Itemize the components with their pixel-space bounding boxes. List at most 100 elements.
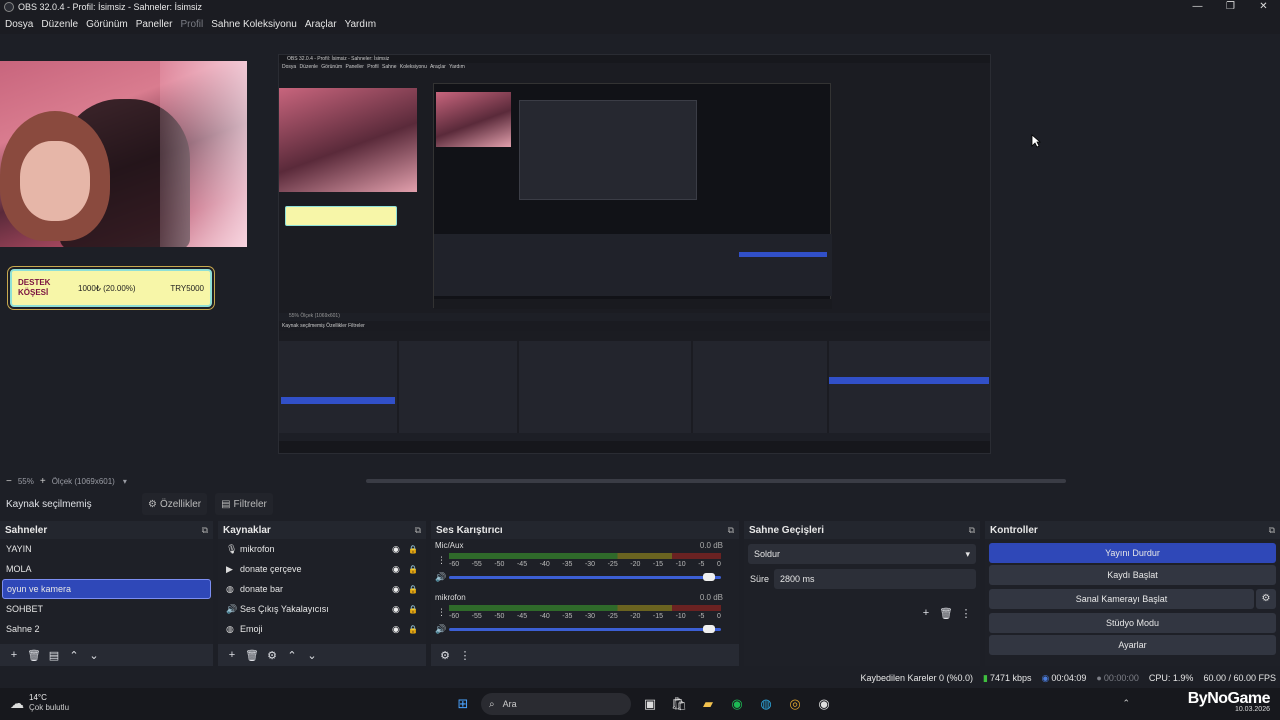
file-explorer-icon[interactable]: ▰ [697, 693, 719, 715]
speaker-icon[interactable]: 🔊 [435, 624, 446, 635]
store-icon[interactable]: 🛍 [668, 693, 690, 715]
meter-tick: -15 [652, 613, 664, 620]
start-recording-button[interactable]: Kaydı Başlat [989, 565, 1276, 585]
undock-icon[interactable]: ⧉ [1269, 525, 1275, 536]
eye-icon[interactable]: ◉ [392, 604, 408, 615]
windows-start-icon[interactable]: ⊞ [452, 693, 474, 715]
channel-menu-icon[interactable]: ⋮ [437, 607, 446, 618]
scale-dropdown-icon[interactable]: ▾ [123, 477, 127, 486]
volume-slider[interactable] [449, 573, 721, 581]
cpu-usage: CPU: 1.9% [1148, 673, 1194, 683]
slider-handle[interactable] [703, 625, 715, 633]
lock-icon[interactable]: 🔒 [408, 605, 418, 614]
minimize-button[interactable]: — [1181, 0, 1214, 14]
duration-input[interactable]: 2800 ms [774, 569, 976, 589]
mixer-dock-header: Ses Karıştırıcı ⧉ [431, 521, 739, 539]
lock-icon[interactable]: 🔒 [408, 585, 418, 594]
settings-button[interactable]: Ayarlar [989, 635, 1276, 655]
nested-preview [433, 83, 832, 309]
move-up-icon[interactable]: ⌃ [64, 649, 84, 662]
source-properties-icon[interactable]: ⚙ [262, 649, 282, 662]
add-transition-icon[interactable]: + [916, 607, 936, 620]
channel-menu-icon[interactable]: ⋮ [437, 555, 446, 566]
close-button[interactable]: ✕ [1247, 0, 1280, 14]
lock-icon[interactable]: 🔒 [408, 625, 418, 634]
eye-icon[interactable]: ◉ [392, 564, 408, 575]
eye-icon[interactable]: ◉ [392, 544, 408, 555]
speaker-icon[interactable]: 🔊 [435, 572, 446, 583]
source-row[interactable]: ◍ donate bar ◉ 🔒 [218, 579, 426, 599]
edge-icon[interactable]: ◍ [755, 693, 777, 715]
obs-taskbar-icon[interactable]: ◉ [813, 693, 835, 715]
menu-help[interactable]: Yardım [345, 19, 377, 30]
spotify-icon[interactable]: ◉ [726, 693, 748, 715]
mixer-menu-icon[interactable]: ⋮ [455, 649, 475, 662]
menu-docks[interactable]: Paneller [136, 19, 173, 30]
weather-widget[interactable]: ☁ 14°C Çok bulutlu [10, 693, 69, 713]
undock-icon[interactable]: ⧉ [415, 525, 421, 536]
taskbar-search[interactable]: ⌕ Ara [481, 693, 631, 715]
lock-icon[interactable]: 🔒 [408, 565, 418, 574]
scene-filters-icon[interactable]: ▤ [44, 649, 64, 662]
zoom-in-button[interactable]: + [40, 476, 46, 487]
tray-chevron-icon[interactable]: ⌃ [1122, 698, 1130, 709]
donate-amount: 1000₺ (20.00%) [78, 283, 136, 293]
donate-label: DESTEK KÖŞESİ [18, 278, 51, 297]
move-down-icon[interactable]: ⌄ [302, 649, 322, 662]
source-row[interactable]: 🔊 Ses Çıkış Yakalayıcısı ◉ 🔒 [218, 599, 426, 619]
scenes-toolbar: + 🗑 ▤ ⌃ ⌄ [0, 644, 213, 666]
preview-canvas[interactable]: DESTEK KÖŞESİ 1000₺ (20.00%) TRY5000 OBS… [0, 34, 1280, 474]
filters-button[interactable]: ▤ Filtreler [215, 493, 273, 515]
undock-icon[interactable]: ⧉ [728, 525, 734, 536]
scene-item[interactable]: MOLA [0, 559, 213, 579]
scene-item-active[interactable]: oyun ve kamera [2, 579, 211, 599]
advanced-audio-icon[interactable]: ⚙ [435, 649, 455, 662]
scale-select[interactable]: Ölçek (1069x601) [52, 477, 115, 486]
move-up-icon[interactable]: ⌃ [282, 649, 302, 662]
transition-select[interactable]: Soldur ▾ [748, 544, 976, 564]
virtual-camera-settings-icon[interactable]: ⚙ [1256, 589, 1276, 609]
scene-item[interactable]: SOHBET [0, 599, 213, 619]
eye-icon[interactable]: ◉ [392, 584, 408, 595]
duration-row: Süre 2800 ms [748, 569, 976, 589]
slider-handle[interactable] [703, 573, 715, 581]
undock-icon[interactable]: ⧉ [969, 525, 975, 536]
docks-row: Sahneler ⧉ YAYIN MOLA oyun ve kamera SOH… [0, 521, 1280, 666]
menu-tools[interactable]: Araçlar [305, 19, 337, 30]
add-scene-icon[interactable]: + [4, 649, 24, 661]
maximize-button[interactable]: ❐ [1214, 0, 1247, 14]
studio-mode-button[interactable]: Stüdyo Modu [989, 613, 1276, 633]
eye-icon[interactable]: ◉ [392, 624, 408, 635]
task-view-icon[interactable]: ▣ [639, 693, 661, 715]
source-row[interactable]: ▶ donate çerçeve ◉ 🔒 [218, 559, 426, 579]
scenes-dock: Sahneler ⧉ YAYIN MOLA oyun ve kamera SOH… [0, 521, 213, 666]
chrome-icon[interactable]: ◎ [784, 693, 806, 715]
transition-menu-icon[interactable]: ⋮ [956, 607, 976, 620]
volume-slider[interactable] [449, 625, 721, 633]
source-row[interactable]: 🎙 mikrofon ◉ 🔒 [218, 539, 426, 559]
remove-transition-icon[interactable]: 🗑 [936, 607, 956, 620]
scene-item[interactable]: Sahne 2 [0, 619, 213, 639]
stop-streaming-button[interactable]: Yayını Durdur [989, 543, 1276, 563]
remove-scene-icon[interactable]: 🗑 [24, 649, 44, 662]
zoom-out-button[interactable]: − [6, 476, 12, 487]
source-row[interactable]: ◍ Emoji ◉ 🔒 [218, 619, 426, 639]
meter-tick: -60 [449, 561, 460, 568]
record-time: 00:00:00 [1103, 673, 1139, 683]
lock-icon[interactable]: 🔒 [408, 545, 418, 554]
menu-edit[interactable]: Düzenle [41, 19, 78, 30]
menu-profile[interactable]: Profil [180, 19, 203, 30]
menu-view[interactable]: Görünüm [86, 19, 128, 30]
properties-button[interactable]: ⚙ Özellikler [142, 493, 208, 515]
menu-scene-collection[interactable]: Sahne Koleksiyonu [211, 19, 297, 30]
menu-file[interactable]: Dosya [5, 19, 33, 30]
preview-scrollbar[interactable] [366, 479, 1066, 483]
remove-source-icon[interactable]: 🗑 [242, 649, 262, 662]
transition-actions: + 🗑 ⋮ [916, 607, 976, 620]
start-virtual-camera-button[interactable]: Sanal Kamerayı Başlat [989, 589, 1254, 609]
scene-item[interactable]: YAYIN [0, 539, 213, 559]
add-source-icon[interactable]: + [222, 649, 242, 661]
move-down-icon[interactable]: ⌄ [84, 649, 104, 662]
undock-icon[interactable]: ⧉ [202, 525, 208, 536]
sources-list: 🎙 mikrofon ◉ 🔒 ▶ donate çerçeve ◉ 🔒 ◍ do… [218, 539, 426, 644]
